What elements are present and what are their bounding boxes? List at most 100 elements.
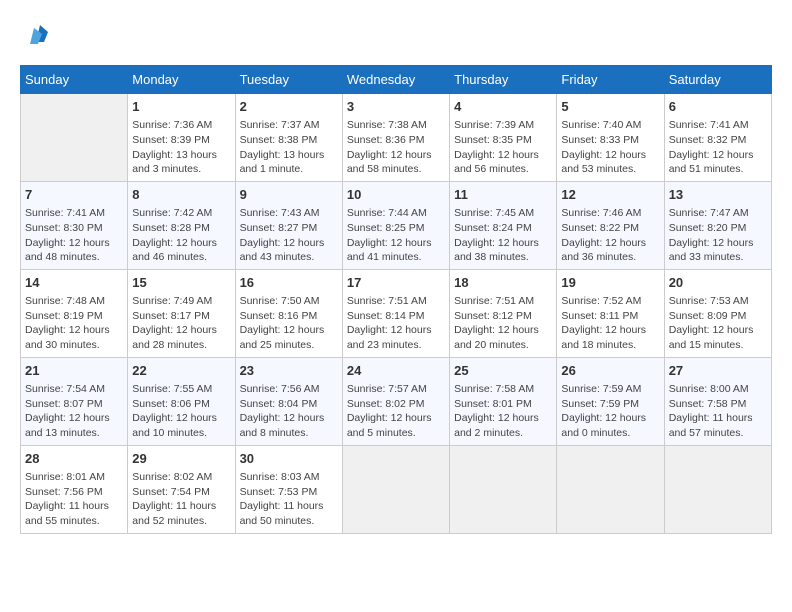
day-detail: Sunrise: 8:02 AMSunset: 7:54 PMDaylight:… (132, 470, 230, 529)
calendar-day-cell: 25 Sunrise: 7:58 AMSunset: 8:01 PMDaylig… (450, 357, 557, 445)
calendar-day-cell: 4 Sunrise: 7:39 AMSunset: 8:35 PMDayligh… (450, 94, 557, 182)
day-number: 20 (669, 274, 767, 292)
day-detail: Sunrise: 7:53 AMSunset: 8:09 PMDaylight:… (669, 294, 767, 353)
day-number: 7 (25, 186, 123, 204)
day-detail: Sunrise: 8:00 AMSunset: 7:58 PMDaylight:… (669, 382, 767, 441)
calendar-day-cell (342, 445, 449, 533)
day-number: 1 (132, 98, 230, 116)
calendar-day-cell: 30 Sunrise: 8:03 AMSunset: 7:53 PMDaylig… (235, 445, 342, 533)
day-detail: Sunrise: 7:58 AMSunset: 8:01 PMDaylight:… (454, 382, 552, 441)
day-number: 9 (240, 186, 338, 204)
calendar-day-cell: 23 Sunrise: 7:56 AMSunset: 8:04 PMDaylig… (235, 357, 342, 445)
calendar-day-cell: 13 Sunrise: 7:47 AMSunset: 8:20 PMDaylig… (664, 181, 771, 269)
day-number: 2 (240, 98, 338, 116)
calendar-day-cell: 6 Sunrise: 7:41 AMSunset: 8:32 PMDayligh… (664, 94, 771, 182)
calendar-day-cell: 7 Sunrise: 7:41 AMSunset: 8:30 PMDayligh… (21, 181, 128, 269)
day-detail: Sunrise: 7:45 AMSunset: 8:24 PMDaylight:… (454, 206, 552, 265)
day-number: 3 (347, 98, 445, 116)
calendar-day-cell: 8 Sunrise: 7:42 AMSunset: 8:28 PMDayligh… (128, 181, 235, 269)
calendar-day-cell: 17 Sunrise: 7:51 AMSunset: 8:14 PMDaylig… (342, 269, 449, 357)
day-detail: Sunrise: 8:01 AMSunset: 7:56 PMDaylight:… (25, 470, 123, 529)
calendar-day-cell (557, 445, 664, 533)
weekday-header: Tuesday (235, 66, 342, 94)
calendar-day-cell: 18 Sunrise: 7:51 AMSunset: 8:12 PMDaylig… (450, 269, 557, 357)
calendar-day-cell: 16 Sunrise: 7:50 AMSunset: 8:16 PMDaylig… (235, 269, 342, 357)
day-detail: Sunrise: 7:39 AMSunset: 8:35 PMDaylight:… (454, 118, 552, 177)
day-number: 30 (240, 450, 338, 468)
day-number: 10 (347, 186, 445, 204)
calendar-day-cell: 19 Sunrise: 7:52 AMSunset: 8:11 PMDaylig… (557, 269, 664, 357)
weekday-header: Sunday (21, 66, 128, 94)
day-detail: Sunrise: 7:41 AMSunset: 8:30 PMDaylight:… (25, 206, 123, 265)
day-number: 5 (561, 98, 659, 116)
calendar-day-cell: 3 Sunrise: 7:38 AMSunset: 8:36 PMDayligh… (342, 94, 449, 182)
calendar-day-cell (21, 94, 128, 182)
day-detail: Sunrise: 7:51 AMSunset: 8:12 PMDaylight:… (454, 294, 552, 353)
weekday-header: Monday (128, 66, 235, 94)
day-detail: Sunrise: 7:52 AMSunset: 8:11 PMDaylight:… (561, 294, 659, 353)
day-detail: Sunrise: 7:59 AMSunset: 7:59 PMDaylight:… (561, 382, 659, 441)
calendar-week-row: 28 Sunrise: 8:01 AMSunset: 7:56 PMDaylig… (21, 445, 772, 533)
day-number: 28 (25, 450, 123, 468)
day-number: 17 (347, 274, 445, 292)
calendar-day-cell: 11 Sunrise: 7:45 AMSunset: 8:24 PMDaylig… (450, 181, 557, 269)
day-number: 29 (132, 450, 230, 468)
calendar-day-cell: 22 Sunrise: 7:55 AMSunset: 8:06 PMDaylig… (128, 357, 235, 445)
calendar-day-cell: 2 Sunrise: 7:37 AMSunset: 8:38 PMDayligh… (235, 94, 342, 182)
day-detail: Sunrise: 7:56 AMSunset: 8:04 PMDaylight:… (240, 382, 338, 441)
calendar-day-cell: 26 Sunrise: 7:59 AMSunset: 7:59 PMDaylig… (557, 357, 664, 445)
calendar-table: SundayMondayTuesdayWednesdayThursdayFrid… (20, 65, 772, 534)
day-number: 12 (561, 186, 659, 204)
day-detail: Sunrise: 7:38 AMSunset: 8:36 PMDaylight:… (347, 118, 445, 177)
day-detail: Sunrise: 7:40 AMSunset: 8:33 PMDaylight:… (561, 118, 659, 177)
calendar-day-cell: 14 Sunrise: 7:48 AMSunset: 8:19 PMDaylig… (21, 269, 128, 357)
calendar-day-cell: 21 Sunrise: 7:54 AMSunset: 8:07 PMDaylig… (21, 357, 128, 445)
day-detail: Sunrise: 7:55 AMSunset: 8:06 PMDaylight:… (132, 382, 230, 441)
day-number: 6 (669, 98, 767, 116)
day-number: 27 (669, 362, 767, 380)
day-number: 21 (25, 362, 123, 380)
day-number: 11 (454, 186, 552, 204)
calendar-week-row: 14 Sunrise: 7:48 AMSunset: 8:19 PMDaylig… (21, 269, 772, 357)
day-number: 19 (561, 274, 659, 292)
day-number: 22 (132, 362, 230, 380)
day-detail: Sunrise: 7:49 AMSunset: 8:17 PMDaylight:… (132, 294, 230, 353)
day-detail: Sunrise: 7:48 AMSunset: 8:19 PMDaylight:… (25, 294, 123, 353)
calendar-day-cell: 29 Sunrise: 8:02 AMSunset: 7:54 PMDaylig… (128, 445, 235, 533)
day-detail: Sunrise: 7:47 AMSunset: 8:20 PMDaylight:… (669, 206, 767, 265)
weekday-header-row: SundayMondayTuesdayWednesdayThursdayFrid… (21, 66, 772, 94)
weekday-header: Friday (557, 66, 664, 94)
day-number: 13 (669, 186, 767, 204)
weekday-header: Saturday (664, 66, 771, 94)
day-detail: Sunrise: 7:50 AMSunset: 8:16 PMDaylight:… (240, 294, 338, 353)
day-number: 16 (240, 274, 338, 292)
day-number: 18 (454, 274, 552, 292)
day-number: 24 (347, 362, 445, 380)
day-detail: Sunrise: 8:03 AMSunset: 7:53 PMDaylight:… (240, 470, 338, 529)
day-number: 26 (561, 362, 659, 380)
day-detail: Sunrise: 7:44 AMSunset: 8:25 PMDaylight:… (347, 206, 445, 265)
day-detail: Sunrise: 7:41 AMSunset: 8:32 PMDaylight:… (669, 118, 767, 177)
calendar-day-cell (450, 445, 557, 533)
calendar-day-cell: 27 Sunrise: 8:00 AMSunset: 7:58 PMDaylig… (664, 357, 771, 445)
calendar-day-cell: 20 Sunrise: 7:53 AMSunset: 8:09 PMDaylig… (664, 269, 771, 357)
calendar-day-cell: 5 Sunrise: 7:40 AMSunset: 8:33 PMDayligh… (557, 94, 664, 182)
day-detail: Sunrise: 7:43 AMSunset: 8:27 PMDaylight:… (240, 206, 338, 265)
calendar-day-cell: 24 Sunrise: 7:57 AMSunset: 8:02 PMDaylig… (342, 357, 449, 445)
day-number: 23 (240, 362, 338, 380)
logo (20, 20, 54, 50)
day-detail: Sunrise: 7:57 AMSunset: 8:02 PMDaylight:… (347, 382, 445, 441)
weekday-header: Thursday (450, 66, 557, 94)
day-detail: Sunrise: 7:36 AMSunset: 8:39 PMDaylight:… (132, 118, 230, 177)
day-detail: Sunrise: 7:37 AMSunset: 8:38 PMDaylight:… (240, 118, 338, 177)
day-detail: Sunrise: 7:42 AMSunset: 8:28 PMDaylight:… (132, 206, 230, 265)
calendar-day-cell: 15 Sunrise: 7:49 AMSunset: 8:17 PMDaylig… (128, 269, 235, 357)
calendar-day-cell: 28 Sunrise: 8:01 AMSunset: 7:56 PMDaylig… (21, 445, 128, 533)
day-detail: Sunrise: 7:54 AMSunset: 8:07 PMDaylight:… (25, 382, 123, 441)
day-detail: Sunrise: 7:51 AMSunset: 8:14 PMDaylight:… (347, 294, 445, 353)
day-number: 25 (454, 362, 552, 380)
weekday-header: Wednesday (342, 66, 449, 94)
calendar-day-cell: 12 Sunrise: 7:46 AMSunset: 8:22 PMDaylig… (557, 181, 664, 269)
day-detail: Sunrise: 7:46 AMSunset: 8:22 PMDaylight:… (561, 206, 659, 265)
calendar-day-cell: 9 Sunrise: 7:43 AMSunset: 8:27 PMDayligh… (235, 181, 342, 269)
